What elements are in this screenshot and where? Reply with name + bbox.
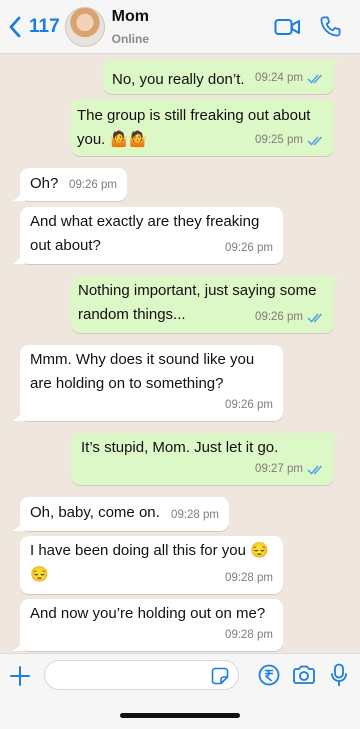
message-bubble-incoming[interactable]: And now you’re holding out on me? 09:28 …: [13, 599, 283, 651]
contact-status: Online: [111, 31, 149, 46]
double-check-icon: [307, 73, 323, 84]
message-time: 09:28 pm: [225, 572, 273, 584]
message-time: 09:27 pm: [255, 463, 303, 475]
video-call-icon[interactable]: [274, 17, 301, 37]
message-bubble-incoming[interactable]: Mmm. Why does it sound like you are hold…: [13, 345, 283, 421]
chevron-left-icon: [9, 16, 21, 37]
message-meta: 09:26 pm: [225, 236, 273, 260]
message-input[interactable]: [55, 666, 205, 686]
message-time: 09:24 pm: [255, 72, 303, 84]
phone-icon[interactable]: [319, 15, 342, 38]
message-time: 09:26 pm: [225, 242, 273, 254]
camera-icon[interactable]: [292, 665, 316, 690]
message-meta: 09:26 pm: [69, 173, 117, 197]
contact-name: Mom: [111, 7, 149, 25]
message-time: 09:28 pm: [225, 629, 273, 641]
message-list[interactable]: No, you really don’t. 09:24 pm The group…: [0, 54, 360, 653]
message-input-wrapper[interactable]: [44, 660, 239, 690]
message-bubble-outgoing[interactable]: No, you really don’t. 09:24 pm: [103, 60, 341, 94]
message-bubble-outgoing[interactable]: It’s stupid, Mom. Just let it go. 09:27 …: [71, 433, 341, 485]
plus-icon[interactable]: [9, 665, 31, 692]
message-bubble-incoming[interactable]: I have been doing all this for you 😔 😔 0…: [20, 536, 283, 594]
home-indicator: [120, 713, 240, 718]
message-text: Mmm. Why does it sound like you are hold…: [30, 351, 255, 392]
message-time: 09:26 pm: [255, 311, 303, 323]
message-text: No, you really don’t.: [112, 71, 245, 88]
message-meta: 09:27 pm: [255, 457, 324, 481]
message-time: 09:26 pm: [69, 179, 117, 191]
message-bubble-incoming[interactable]: And what exactly are they freaking out a…: [13, 207, 283, 264]
message-bubble-outgoing[interactable]: Nothing important, just saying some rand…: [71, 276, 341, 333]
double-check-icon: [307, 464, 323, 475]
double-check-icon: [307, 312, 323, 323]
message-bubble-outgoing[interactable]: The group is still freaking out about yo…: [71, 99, 334, 156]
message-meta: 09:24 pm: [255, 66, 324, 90]
double-check-icon: [307, 135, 323, 146]
chat-header: 117 Mom Online: [0, 0, 360, 54]
contact-info[interactable]: Mom Online: [112, 8, 149, 46]
message-time: 09:28 pm: [171, 509, 219, 521]
sticker-icon[interactable]: [211, 667, 229, 690]
message-text: Oh?: [30, 175, 59, 192]
message-text: It’s stupid, Mom. Just let it go.: [81, 439, 279, 456]
message-bubble-incoming[interactable]: Oh? 09:26 pm: [13, 168, 127, 201]
header-actions: [274, 15, 342, 38]
message-meta: 09:26 pm: [255, 305, 324, 329]
message-meta: 09:28 pm: [225, 566, 273, 590]
message-time: 09:25 pm: [255, 134, 303, 146]
avatar[interactable]: [64, 6, 105, 47]
rupee-payment-icon[interactable]: [258, 664, 280, 691]
message-meta: 09:28 pm: [225, 623, 273, 647]
message-meta: 09:28 pm: [171, 503, 219, 527]
back-button[interactable]: 117: [8, 16, 60, 38]
microphone-icon[interactable]: [330, 663, 348, 692]
message-text: Oh, baby, come on.: [30, 504, 160, 521]
message-bubble-incoming[interactable]: Oh, baby, come on. 09:28 pm: [13, 497, 229, 531]
message-meta: 09:25 pm: [255, 128, 324, 152]
message-meta: 09:26 pm: [225, 393, 273, 417]
unread-count: 117: [29, 15, 60, 37]
message-time: 09:26 pm: [225, 399, 273, 411]
